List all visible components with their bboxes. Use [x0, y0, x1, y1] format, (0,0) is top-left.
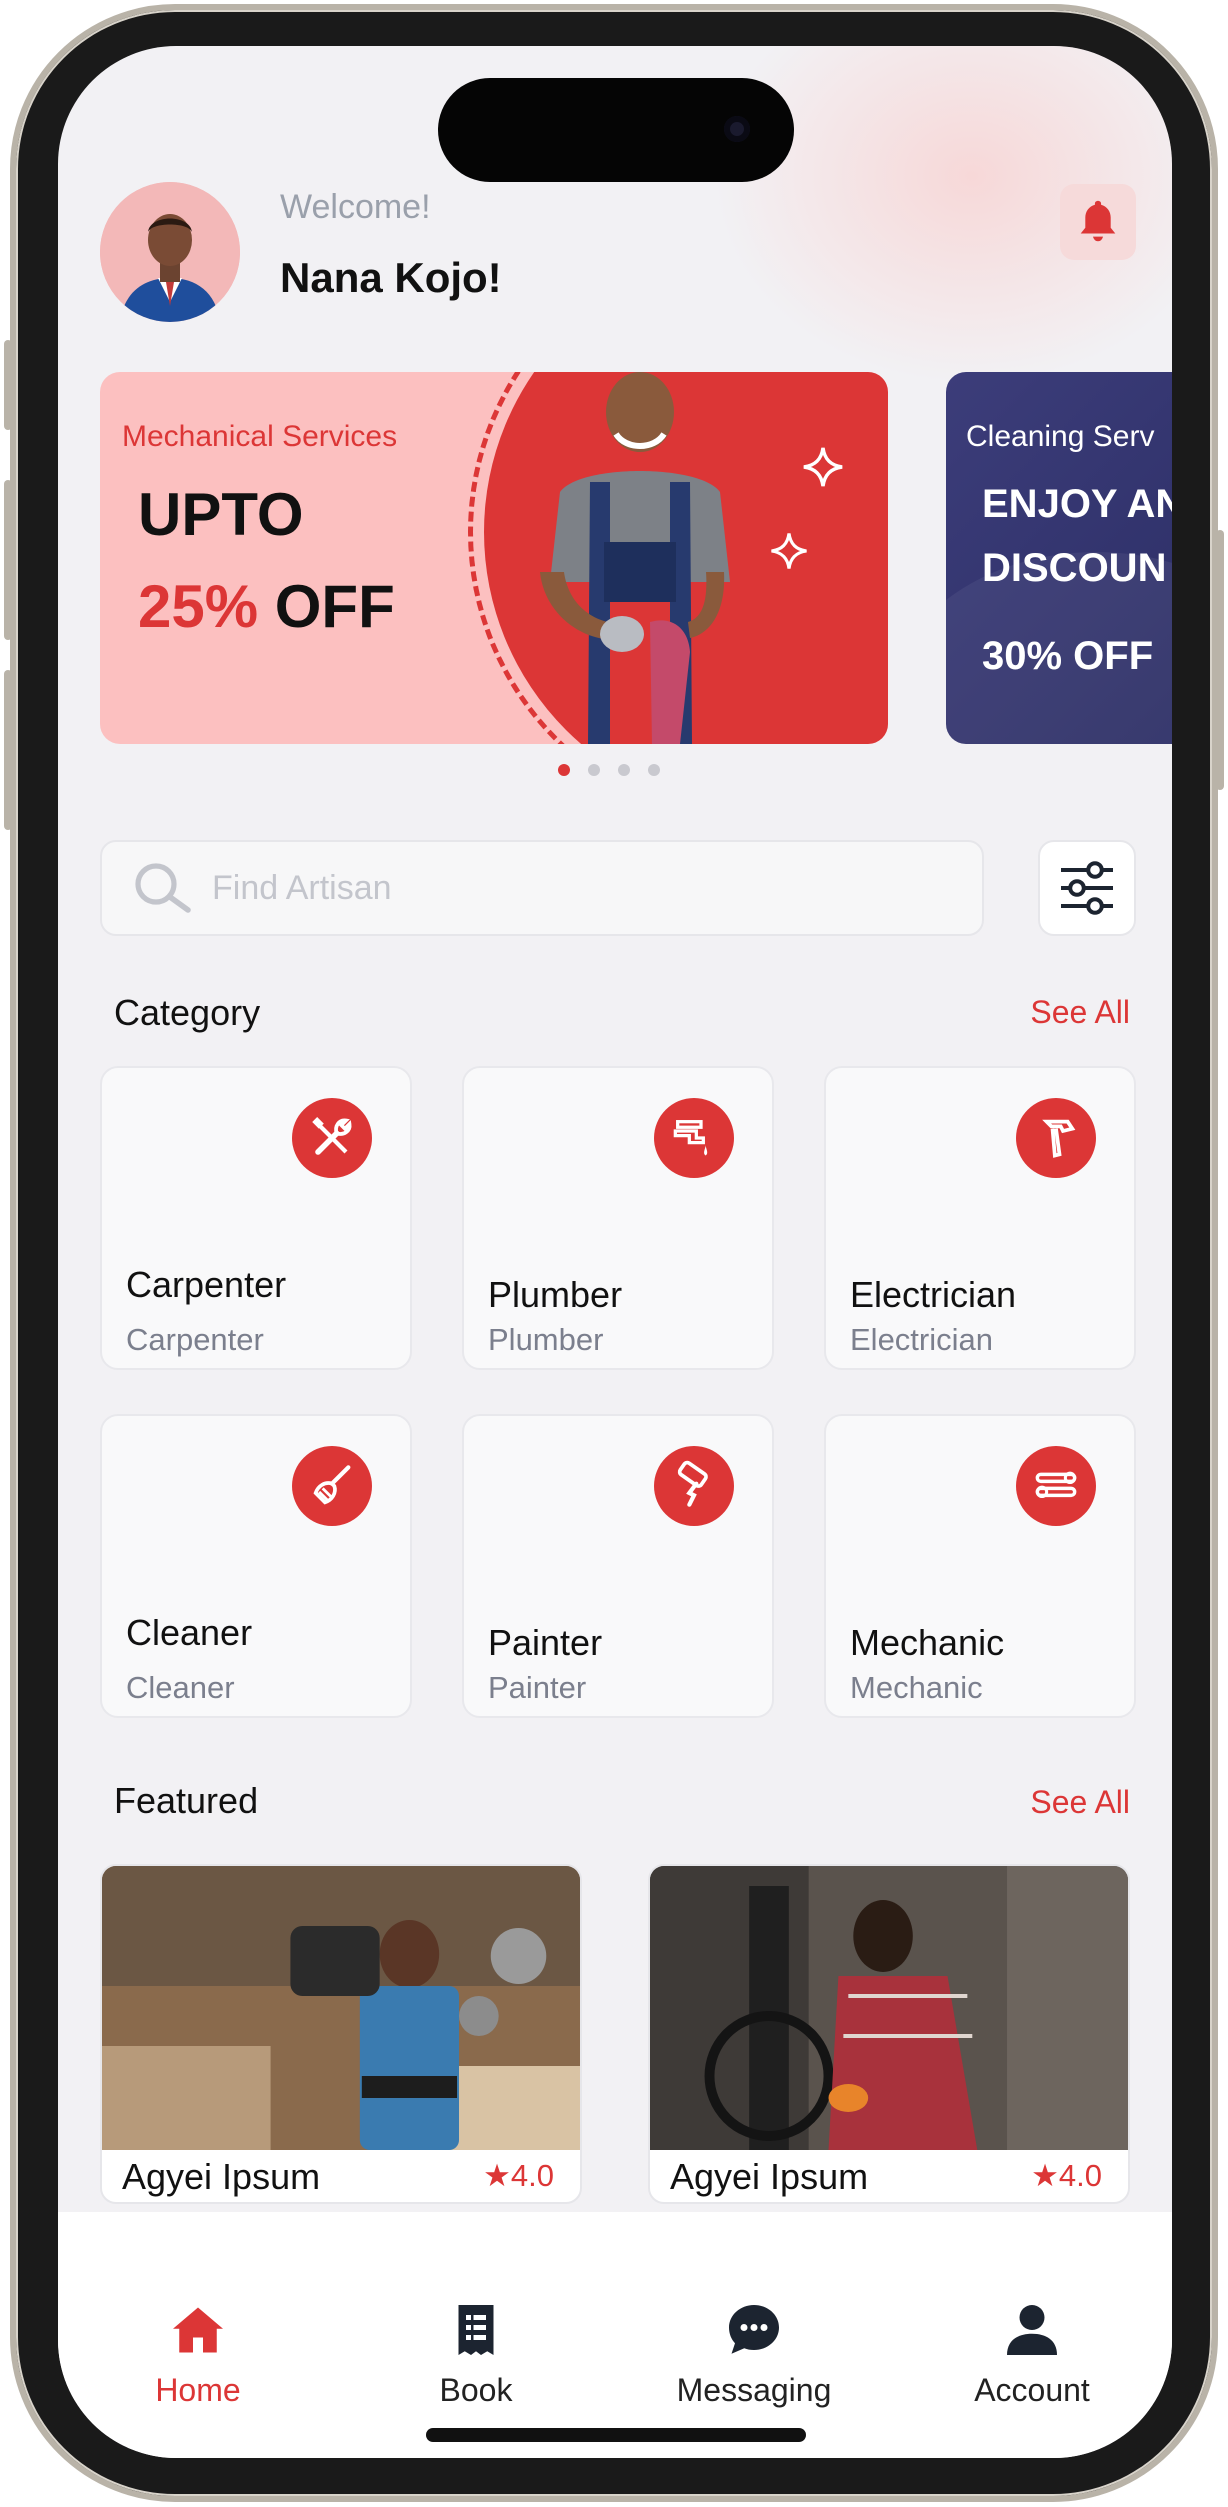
notification-button[interactable]	[1060, 184, 1136, 260]
carousel-dot[interactable]	[558, 764, 570, 776]
category-title: Category	[114, 992, 261, 1033]
banner-headline: UPTO	[138, 481, 304, 548]
category-name: Cleaner	[126, 1612, 253, 1653]
featured-title: Featured	[114, 1780, 259, 1821]
category-name: Carpenter	[126, 1264, 287, 1305]
banner-percent: 25%	[138, 573, 259, 640]
artisan-rating: ★4.0	[483, 2158, 554, 2193]
category-subtitle: Carpenter	[126, 1322, 264, 1357]
bell-icon	[1080, 200, 1116, 242]
banner-discount: 25% OFF	[138, 572, 395, 641]
mechanic-photo	[540, 372, 730, 744]
category-icon-badge	[654, 1098, 734, 1178]
banner-off: OFF	[274, 573, 395, 640]
category-icon-badge	[292, 1446, 372, 1526]
category-subtitle: Cleaner	[126, 1670, 235, 1705]
banner-subtitle: Cleaning Serv	[966, 420, 1155, 453]
bottom-tab-bar: Home Book Messaging Account	[58, 2212, 1172, 2458]
category-icon-badge	[1016, 1098, 1096, 1178]
carousel-dot[interactable]	[618, 764, 630, 776]
search-icon	[135, 863, 191, 913]
chat-icon	[729, 2305, 779, 2354]
banner-headline: ENJOY AN DISCOUN	[982, 482, 1172, 590]
category-name: Electrician	[850, 1274, 1017, 1315]
search-bar[interactable]	[100, 840, 984, 936]
category-subtitle: Electrician	[850, 1322, 993, 1357]
dynamic-island	[438, 78, 794, 182]
category-subtitle: Mechanic	[850, 1670, 983, 1705]
search-input[interactable]	[212, 868, 912, 908]
avatar[interactable]	[100, 182, 240, 322]
promo-banner-cleaning[interactable]: Cleaning Serv ENJOY AN DISCOUN 30% OFF	[946, 372, 1172, 744]
featured-see-all-link[interactable]: See All	[1030, 1784, 1130, 1821]
category-card-cleaner[interactable]: Cleaner Cleaner	[100, 1414, 412, 1718]
featured-photo	[650, 1866, 1128, 2150]
artisan-rating: ★4.0	[1031, 2158, 1102, 2193]
category-card-electrician[interactable]: Electrician Electrician	[824, 1066, 1136, 1370]
home-icon	[173, 2307, 223, 2353]
category-subtitle: Painter	[488, 1670, 587, 1705]
category-card-plumber[interactable]: Plumber Plumber	[462, 1066, 774, 1370]
carousel-dot[interactable]	[648, 764, 660, 776]
app-screen: Welcome! Nana Kojo! Mechanical Services …	[58, 46, 1172, 2458]
welcome-text: Welcome!	[280, 188, 431, 226]
paint-roller-icon	[677, 1460, 708, 1507]
camera-icon	[724, 116, 750, 142]
home-indicator[interactable]	[426, 2428, 806, 2442]
category-card-painter[interactable]: Painter Painter	[462, 1414, 774, 1718]
featured-card[interactable]: Agyei Ipsum ★4.0	[100, 1864, 582, 2204]
carousel-dots[interactable]	[558, 764, 660, 776]
category-name: Plumber	[488, 1274, 623, 1315]
sliders-icon	[1061, 861, 1113, 915]
category-card-carpenter[interactable]: Carpenter Carpenter	[100, 1066, 412, 1370]
banner-subtitle: Mechanical Services	[122, 420, 398, 453]
tab-book[interactable]: Book	[366, 2300, 586, 2409]
category-card-mechanic[interactable]: Mechanic Mechanic	[824, 1414, 1136, 1718]
category-icon-badge	[1016, 1446, 1096, 1526]
tab-account[interactable]: Account	[922, 2300, 1142, 2409]
artisan-name: Agyei Ipsum	[670, 2156, 869, 2197]
tools-icon	[312, 1117, 352, 1155]
filter-button[interactable]	[1038, 840, 1136, 936]
category-icon-badge	[654, 1446, 734, 1526]
category-see-all-link[interactable]: See All	[1030, 994, 1130, 1031]
banner-offer: 30% OFF	[982, 634, 1154, 678]
tab-home[interactable]: Home	[88, 2300, 308, 2409]
user-name: Nana Kojo!	[280, 254, 502, 301]
featured-photo	[102, 1866, 580, 2150]
featured-card[interactable]: Agyei Ipsum ★4.0	[648, 1864, 1130, 2204]
faucet-icon	[673, 1120, 708, 1156]
promo-banner-mechanical[interactable]: Mechanical Services UPTO 25% OFF	[100, 372, 888, 744]
category-subtitle: Plumber	[488, 1322, 604, 1357]
artisan-name: Agyei Ipsum	[122, 2156, 321, 2197]
broom-icon	[313, 1465, 351, 1505]
category-icon-badge	[292, 1098, 372, 1178]
hammer-icon	[1042, 1119, 1076, 1158]
wrench-icon	[1035, 1471, 1077, 1499]
sparkle-icon	[803, 447, 843, 487]
category-name: Mechanic	[850, 1622, 1005, 1663]
category-name: Painter	[488, 1622, 603, 1663]
person-icon	[1007, 2305, 1057, 2355]
book-icon	[458, 2305, 494, 2355]
sparkle-icon	[771, 533, 807, 569]
carousel-dot[interactable]	[588, 764, 600, 776]
tab-messaging[interactable]: Messaging	[644, 2300, 864, 2409]
